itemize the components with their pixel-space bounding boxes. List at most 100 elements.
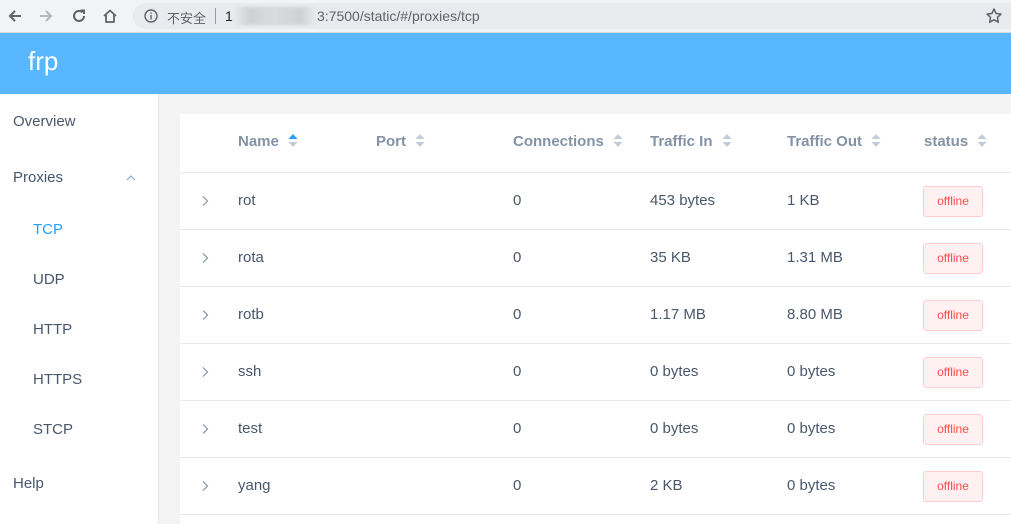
column-header-traffic-in[interactable]: Traffic In: [650, 114, 732, 173]
sidebar-item-label: TCP: [33, 221, 63, 238]
status-badge: offline: [923, 471, 983, 502]
sidebar-item-http[interactable]: HTTP: [0, 305, 158, 355]
browser-toolbar: 不安全 1 3:7500/static/#/proxies/tcp: [0, 0, 1011, 33]
sort-icon[interactable]: [977, 133, 987, 147]
cell-traffic-in: 453 bytes: [650, 192, 716, 209]
chevron-right-icon[interactable]: [201, 309, 209, 321]
security-label: 不安全: [167, 12, 207, 27]
table-row[interactable]: yang 0 2 KB 0 bytes offline: [180, 458, 1011, 515]
column-header-port[interactable]: Port: [376, 114, 425, 173]
sidebar-item-proxies[interactable]: Proxies: [0, 153, 158, 203]
cell-connections: 0: [513, 477, 522, 494]
table-row[interactable]: rot 0 453 bytes 1 KB offline: [180, 173, 1011, 230]
cell-traffic-out: 1.31 MB: [787, 249, 843, 266]
cell-name: rotb: [238, 306, 264, 323]
sidebar-item-udp[interactable]: UDP: [0, 255, 158, 305]
cell-connections: 0: [513, 363, 522, 380]
bookmark-star-icon[interactable]: [985, 7, 1003, 25]
table-row[interactable]: rotb 0 1.17 MB 8.80 MB offline: [180, 287, 1011, 344]
column-header-label: Traffic Out: [787, 133, 863, 150]
table-row[interactable]: test 0 0 bytes 0 bytes offline: [180, 401, 1011, 458]
forward-button[interactable]: [35, 5, 57, 27]
cell-traffic-in: 35 KB: [650, 249, 691, 266]
sidebar-item-https[interactable]: HTTPS: [0, 355, 158, 405]
cell-traffic-out: 8.80 MB: [787, 306, 843, 323]
table-row[interactable]: ssh 0 0 bytes 0 bytes offline: [180, 344, 1011, 401]
address-separator: [215, 8, 216, 24]
brand-logo[interactable]: frp: [28, 46, 58, 77]
main-content: Name Port Connections Traffic In Traffic…: [159, 94, 1011, 524]
sort-icon[interactable]: [722, 133, 732, 147]
url-host: 1: [225, 8, 233, 24]
column-header-status[interactable]: status: [924, 114, 987, 173]
sidebar-item-label: Proxies: [13, 169, 64, 186]
column-header-label: status: [924, 133, 969, 150]
cell-traffic-in: 0 bytes: [650, 363, 699, 380]
cell-name: rota: [238, 249, 264, 266]
cell-name: test: [238, 420, 263, 437]
chevron-right-icon[interactable]: [201, 423, 209, 435]
cell-traffic-out: 0 bytes: [787, 363, 836, 380]
home-icon: [103, 9, 117, 23]
cell-traffic-in: 1.17 MB: [650, 306, 706, 323]
cell-name: rot: [238, 192, 256, 209]
sidebar-item-overview[interactable]: Overview: [0, 97, 158, 147]
cell-connections: 0: [513, 249, 522, 266]
sidebar-item-label: STCP: [33, 421, 74, 438]
cell-connections: 0: [513, 306, 522, 323]
cell-traffic-out: 0 bytes: [787, 420, 836, 437]
status-badge: offline: [923, 186, 983, 217]
status-badge: offline: [923, 414, 983, 445]
sidebar-item-stcp[interactable]: STCP: [0, 405, 158, 455]
status-badge: offline: [923, 357, 983, 388]
address-bar[interactable]: 不安全 1 3:7500/static/#/proxies/tcp: [133, 3, 1011, 29]
chevron-right-icon[interactable]: [201, 366, 209, 378]
cell-traffic-out: 1 KB: [787, 192, 820, 209]
table-header: Name Port Connections Traffic In Traffic…: [180, 114, 1011, 173]
cell-name: yang: [238, 477, 271, 494]
column-header-traffic-out[interactable]: Traffic Out: [787, 114, 881, 173]
url-redacted-region: [233, 7, 317, 25]
sidebar-item-label: UDP: [33, 271, 65, 288]
url-path: 3:7500/static/#/proxies/tcp: [317, 8, 480, 24]
cell-traffic-out: 0 bytes: [787, 477, 836, 494]
cell-connections: 0: [513, 420, 522, 437]
sort-icon[interactable]: [871, 133, 881, 147]
table-row[interactable]: rota 0 35 KB 1.31 MB offline: [180, 230, 1011, 287]
home-button[interactable]: [99, 5, 121, 27]
chevron-right-icon[interactable]: [201, 195, 209, 207]
column-header-label: Name: [238, 133, 279, 150]
proxies-table: Name Port Connections Traffic In Traffic…: [180, 114, 1011, 524]
sidebar: Overview Proxies TCP UDP HTTP HTTPS STCP…: [0, 94, 159, 524]
chevron-right-icon[interactable]: [201, 480, 209, 492]
column-header-name[interactable]: Name: [238, 114, 298, 173]
sidebar-item-tcp[interactable]: TCP: [0, 205, 158, 255]
sidebar-item-help[interactable]: Help: [0, 459, 158, 509]
sidebar-item-label: Overview: [13, 113, 76, 130]
sidebar-item-label: HTTPS: [33, 371, 83, 388]
sidebar-item-label: HTTP: [33, 321, 73, 338]
column-header-connections[interactable]: Connections: [513, 114, 623, 173]
sort-icon[interactable]: [613, 133, 623, 147]
chevron-right-icon[interactable]: [201, 252, 209, 264]
status-badge: offline: [923, 243, 983, 274]
cell-traffic-in: 0 bytes: [650, 420, 699, 437]
chevron-up-icon: [126, 175, 136, 181]
reload-button[interactable]: [68, 5, 90, 27]
column-header-label: Port: [376, 133, 406, 150]
column-header-label: Traffic In: [650, 133, 713, 150]
info-icon[interactable]: [144, 9, 158, 23]
cell-connections: 0: [513, 192, 522, 209]
column-header-label: Connections: [513, 133, 604, 150]
cell-name: ssh: [238, 363, 262, 380]
sidebar-item-label: Help: [13, 475, 44, 492]
reload-icon: [73, 9, 85, 22]
arrow-left-icon: [8, 10, 21, 22]
sort-ascending-icon[interactable]: [288, 133, 298, 147]
cell-traffic-in: 2 KB: [650, 477, 683, 494]
back-button[interactable]: [4, 5, 26, 27]
status-badge: offline: [923, 300, 983, 331]
app-header: frp: [0, 33, 1011, 94]
sort-icon[interactable]: [415, 133, 425, 147]
arrow-right-icon: [40, 10, 53, 22]
